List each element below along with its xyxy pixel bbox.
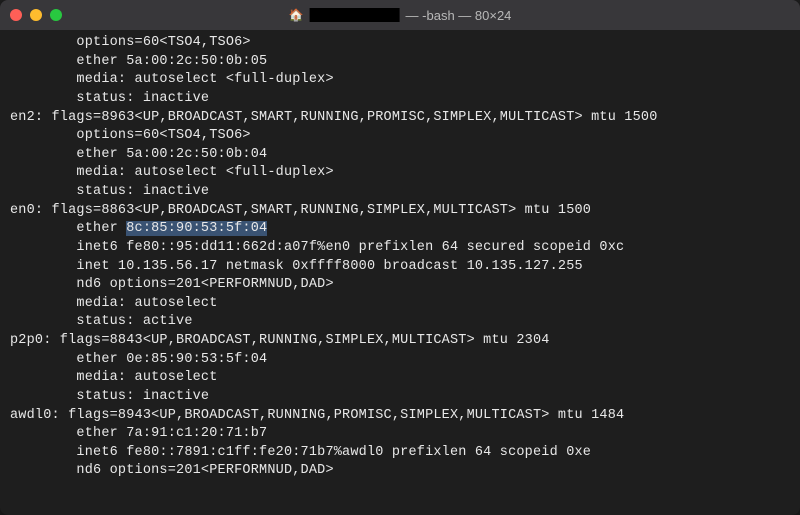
terminal-line: nd6 options=201<PERFORMNUD,DAD> bbox=[10, 276, 790, 295]
terminal-line: inet6 fe80::95:dd11:662d:a07f%en0 prefix… bbox=[10, 239, 790, 258]
terminal-line: media: autoselect bbox=[10, 369, 790, 388]
home-icon: 🏠 bbox=[289, 8, 304, 22]
terminal-line: status: active bbox=[10, 313, 790, 332]
maximize-icon[interactable] bbox=[50, 9, 62, 21]
terminal-line: options=60<TSO4,TSO6> bbox=[10, 34, 790, 53]
terminal-line: status: inactive bbox=[10, 388, 790, 407]
terminal-window: 🏠 — -bash — 80×24 options=60<TSO4,TSO6> … bbox=[0, 0, 800, 515]
terminal-line: ether 0e:85:90:53:5f:04 bbox=[10, 351, 790, 370]
terminal-line: status: inactive bbox=[10, 90, 790, 109]
terminal-line: awdl0: flags=8943<UP,BROADCAST,RUNNING,P… bbox=[10, 407, 790, 426]
window-title-text: — -bash — 80×24 bbox=[406, 8, 512, 23]
minimize-icon[interactable] bbox=[30, 9, 42, 21]
terminal-line: ether 7a:91:c1:20:71:b7 bbox=[10, 425, 790, 444]
selected-text: 8c:85:90:53:5f:04 bbox=[126, 221, 267, 236]
terminal-line: ether 5a:00:2c:50:0b:05 bbox=[10, 53, 790, 72]
terminal-line: ether 8c:85:90:53:5f:04 bbox=[10, 220, 790, 239]
terminal-output[interactable]: options=60<TSO4,TSO6> ether 5a:00:2c:50:… bbox=[0, 30, 800, 485]
close-icon[interactable] bbox=[10, 9, 22, 21]
terminal-line: ether 5a:00:2c:50:0b:04 bbox=[10, 146, 790, 165]
terminal-line: media: autoselect <full-duplex> bbox=[10, 71, 790, 90]
titlebar: 🏠 — -bash — 80×24 bbox=[0, 0, 800, 30]
terminal-line: p2p0: flags=8843<UP,BROADCAST,RUNNING,SI… bbox=[10, 332, 790, 351]
terminal-line: inet6 fe80::7891:c1ff:fe20:71b7%awdl0 pr… bbox=[10, 444, 790, 463]
window-title: 🏠 — -bash — 80×24 bbox=[289, 8, 512, 23]
terminal-line: status: inactive bbox=[10, 183, 790, 202]
terminal-line: inet 10.135.56.17 netmask 0xffff8000 bro… bbox=[10, 258, 790, 277]
terminal-line: options=60<TSO4,TSO6> bbox=[10, 127, 790, 146]
terminal-line: media: autoselect bbox=[10, 295, 790, 314]
terminal-line: en0: flags=8863<UP,BROADCAST,SMART,RUNNI… bbox=[10, 202, 790, 221]
terminal-line: nd6 options=201<PERFORMNUD,DAD> bbox=[10, 462, 790, 481]
traffic-lights bbox=[10, 9, 62, 21]
redacted-username bbox=[310, 8, 400, 22]
terminal-line: media: autoselect <full-duplex> bbox=[10, 164, 790, 183]
terminal-line: en2: flags=8963<UP,BROADCAST,SMART,RUNNI… bbox=[10, 109, 790, 128]
